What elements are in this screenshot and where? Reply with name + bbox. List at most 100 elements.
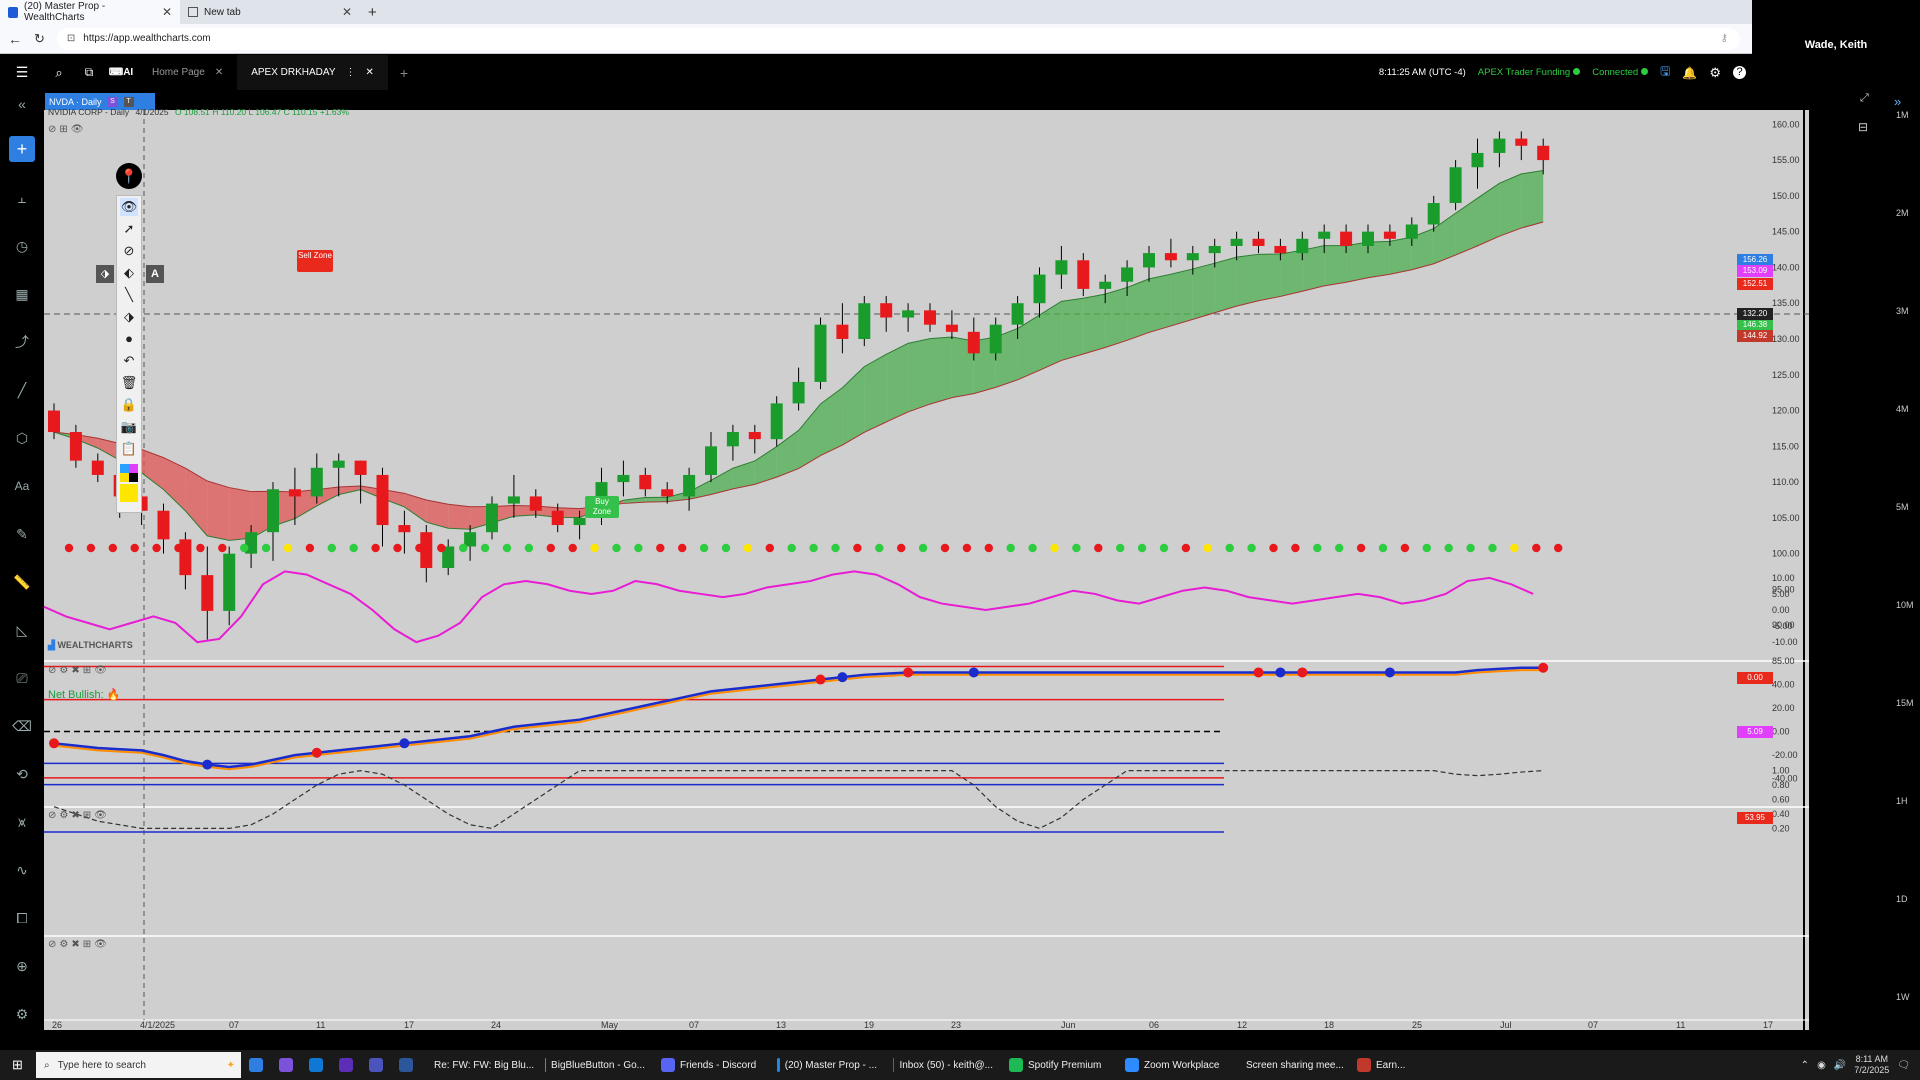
new-tab-plus-icon[interactable]: +	[368, 4, 377, 21]
line-icon[interactable]: ╲	[120, 286, 138, 304]
settings-icon[interactable]: ⚙	[12, 1004, 32, 1024]
taskbar-app-item[interactable]: Zoom Workplace	[1117, 1052, 1233, 1078]
indicator-icon[interactable]: ⩙	[12, 812, 32, 832]
close-tab-icon[interactable]: ✕	[342, 5, 352, 19]
key-icon[interactable]: ⚷	[1721, 33, 1728, 44]
expand-right-icon[interactable]: »	[1894, 94, 1901, 109]
close-icon[interactable]: ✖	[71, 939, 79, 950]
notification-icon[interactable]: 🗨	[1897, 1060, 1910, 1071]
layouts-icon[interactable]: ⧉	[74, 65, 104, 80]
eye-icon[interactable]: 👁	[120, 198, 138, 216]
clipboard-icon[interactable]: 📋	[120, 440, 138, 458]
tab-home-page[interactable]: Home Page ✕	[138, 55, 237, 90]
taskbar-app-item[interactable]: Re: FW: FW: Big Blu...	[421, 1052, 537, 1078]
highlighter-icon[interactable]: ⬗	[96, 265, 114, 283]
chevron-up-icon[interactable]: ⌃	[1801, 1060, 1809, 1071]
url-input[interactable]: ⊡ https://app.wealthcharts.com ⚷	[56, 27, 1740, 50]
hide-icon[interactable]: ⊘	[48, 939, 56, 950]
expand-icon[interactable]: ⊞	[83, 939, 91, 950]
close-icon[interactable]: ✖	[71, 810, 79, 821]
collapse-left-icon[interactable]: «	[12, 94, 32, 114]
eraser-icon[interactable]: ⬗	[120, 308, 138, 326]
taskbar-app-item[interactable]: Friends - Discord	[653, 1052, 769, 1078]
ruler-icon[interactable]: 📏	[12, 572, 32, 592]
close-icon[interactable]: ✖	[71, 665, 79, 676]
fullscreen-icon[interactable]: ⤢	[1860, 92, 1869, 105]
taskbar-app-item[interactable]: Inbox (50) - keith@...	[885, 1052, 1001, 1078]
reload-icon[interactable]: ↻	[34, 31, 45, 47]
outlook-icon[interactable]	[301, 1052, 331, 1078]
taskbar-app-item[interactable]: (20) Master Prop - ...	[769, 1052, 885, 1078]
add-tab-icon[interactable]: +	[388, 65, 420, 81]
tab-apex-drkhaday[interactable]: APEX DRKHADAY ⋮ ✕	[237, 55, 388, 90]
hide-icon[interactable]: ⊘	[48, 810, 56, 821]
eye-icon[interactable]: 👁	[94, 810, 107, 821]
search-icon[interactable]: ⌕	[44, 65, 74, 81]
add-icon[interactable]: +	[9, 136, 35, 162]
taskbar-app-item[interactable]: Screen sharing mee...	[1233, 1052, 1349, 1078]
gear-icon[interactable]: ⚙	[1709, 65, 1721, 81]
eye-icon[interactable]: 👁	[71, 124, 84, 135]
trash-icon[interactable]: 🗑	[120, 374, 138, 392]
layers-icon[interactable]: ⎚	[12, 668, 32, 688]
tab-more-icon[interactable]: ⋮	[346, 67, 356, 78]
color-swatch-black[interactable]	[129, 473, 138, 482]
close-tab-icon[interactable]: ✕	[215, 67, 223, 78]
calendar-icon[interactable]: ▦	[12, 284, 32, 304]
sync-icon[interactable]: ⟲	[12, 764, 32, 784]
expand-icon[interactable]: ⊞	[59, 124, 67, 135]
help-icon[interactable]: ?	[1733, 66, 1746, 79]
selected-color-swatch[interactable]	[120, 484, 138, 502]
camera-icon[interactable]: 📷	[120, 418, 138, 436]
volume-icon[interactable]: 🔊	[1834, 1060, 1846, 1071]
target-icon[interactable]: ⊕	[12, 956, 32, 976]
undo-icon[interactable]: ↶	[120, 352, 138, 370]
taskbar-app-item[interactable]: Earn...	[1349, 1052, 1465, 1078]
chart-type-icon[interactable]: ⫠	[12, 188, 32, 208]
settings-icon[interactable]: ⚙	[59, 665, 68, 676]
pattern-icon[interactable]: ◺	[12, 620, 32, 640]
panel-icon[interactable]: ⊟	[1858, 120, 1868, 134]
ai-icon[interactable]: ⌨AI	[104, 67, 138, 78]
teams-icon[interactable]	[361, 1052, 391, 1078]
bell-icon[interactable]: 🔔	[1682, 66, 1697, 80]
color-swatch-blue[interactable]	[120, 464, 129, 473]
pin-icon[interactable]: 📍	[116, 163, 142, 189]
settings-icon[interactable]: ⚙	[59, 939, 68, 950]
eraser-icon[interactable]: ⌫	[12, 716, 32, 736]
close-tab-icon[interactable]: ✕	[162, 5, 172, 19]
template-icon[interactable]: T	[123, 97, 134, 107]
text-a-icon[interactable]: A	[146, 265, 164, 283]
tag-icon[interactable]: ⬖	[120, 264, 138, 282]
app-icon[interactable]	[331, 1052, 361, 1078]
pencil-icon[interactable]: ✎	[12, 524, 32, 544]
strategy-icon[interactable]: ∿	[12, 860, 32, 880]
expand-icon[interactable]: ⊞	[83, 665, 91, 676]
link-icon[interactable]: S	[107, 97, 118, 107]
system-clock[interactable]: 8:11 AM 7/2/2025	[1854, 1054, 1889, 1076]
color-swatch-yellow[interactable]	[120, 473, 129, 482]
close-tab-icon[interactable]: ✕	[366, 67, 374, 78]
taskbar-app-item[interactable]: BigBlueButton - Go...	[537, 1052, 653, 1078]
browser-tab-new[interactable]: New tab ✕	[180, 0, 360, 24]
save-icon[interactable]: 🖫	[1660, 62, 1670, 83]
taskbar-search[interactable]: ⌕ Type here to search ✦	[36, 1052, 241, 1078]
chart-area[interactable]: 10.00 5.00 0.00 -5.00 -10.00 40.00 20.00 0.00-…	[44, 107, 1809, 1030]
eye-icon[interactable]: 👁	[94, 939, 107, 950]
word-icon[interactable]	[391, 1052, 421, 1078]
text-tool-icon[interactable]: Aa	[12, 476, 32, 496]
settings-icon[interactable]: ⚙	[59, 810, 68, 821]
line-tool-icon[interactable]: ╱	[12, 380, 32, 400]
clock-icon[interactable]: ◷	[12, 236, 32, 256]
shapes-icon[interactable]: ⬡	[12, 428, 32, 448]
store-icon[interactable]	[241, 1052, 271, 1078]
trend-icon[interactable]: ⤴	[12, 332, 32, 352]
lock-icon[interactable]: 🔒	[120, 396, 138, 414]
back-icon[interactable]: ←	[8, 31, 22, 47]
eye-icon[interactable]: 👁	[94, 665, 107, 676]
hide-icon[interactable]: ⊘	[48, 665, 56, 676]
copilot-app-icon[interactable]	[271, 1052, 301, 1078]
copy-icon[interactable]: ⧠	[12, 908, 32, 928]
magnet-icon[interactable]: ⊘	[120, 242, 138, 260]
site-info-icon[interactable]: ⊡	[67, 33, 75, 44]
